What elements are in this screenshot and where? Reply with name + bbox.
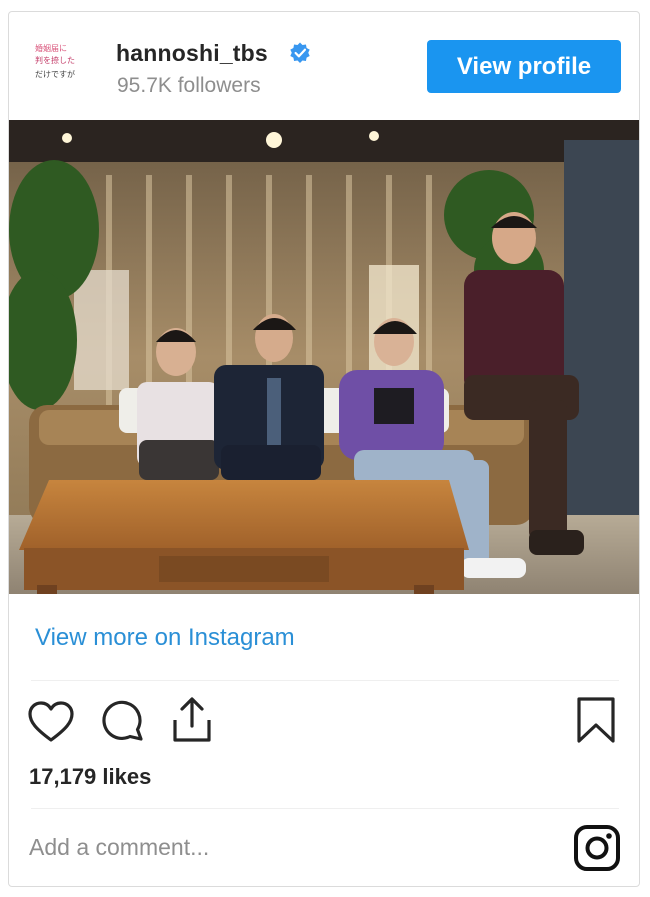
account-username[interactable]: hannoshi_tbs	[116, 40, 268, 67]
heart-icon[interactable]	[27, 700, 75, 744]
avatar-text-line-2: 判を捺した	[35, 56, 75, 65]
comment-icon[interactable]	[100, 700, 146, 746]
view-more-on-instagram-link[interactable]: View more on Instagram	[35, 624, 295, 652]
share-icon[interactable]	[169, 696, 215, 744]
instagram-embed-card: 婚姻届に 判を捺した だけですが hannoshi_tbs 95.7K foll…	[8, 11, 640, 887]
post-photo[interactable]	[9, 120, 640, 594]
avatar[interactable]: 婚姻届に 判を捺した だけですが	[31, 40, 91, 100]
divider	[31, 808, 619, 809]
post-header: 婚姻届に 判を捺した だけですが hannoshi_tbs 95.7K foll…	[9, 12, 639, 119]
add-comment-input[interactable]: Add a comment...	[29, 834, 209, 861]
bookmark-icon[interactable]	[575, 696, 617, 744]
instagram-icon[interactable]	[573, 824, 621, 872]
divider	[31, 680, 619, 681]
avatar-text-line-1: 婚姻届に	[35, 44, 67, 53]
verified-badge-icon	[290, 42, 310, 64]
followers-count: 95.7K followers	[117, 74, 261, 97]
likes-count[interactable]: 17,179 likes	[29, 764, 151, 790]
avatar-text-line-3: だけですが	[35, 70, 75, 79]
view-profile-button[interactable]: View profile	[427, 40, 621, 93]
